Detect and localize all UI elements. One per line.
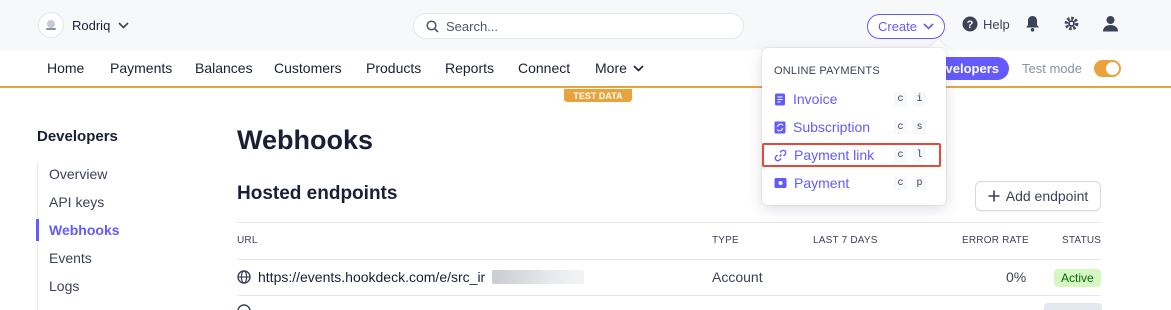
search-icon xyxy=(426,19,439,33)
section-title: Hosted endpoints xyxy=(237,183,398,204)
page-title: Webhooks xyxy=(237,125,374,155)
sidebar-item-webhooks[interactable]: Webhooks xyxy=(49,222,120,238)
chevron-down-icon xyxy=(633,64,644,72)
test-mode-label: Test mode xyxy=(1022,61,1082,76)
sidebar-title: Developers xyxy=(37,128,118,145)
nav-customers[interactable]: Customers xyxy=(274,60,342,76)
menu-item-invoice[interactable]: Invoice xyxy=(774,91,837,107)
menu-heading: ONLINE PAYMENTS xyxy=(774,65,880,77)
sidebar-item-api-keys[interactable]: API keys xyxy=(49,194,104,210)
search-input[interactable]: Search... xyxy=(413,13,744,39)
create-button[interactable]: Create xyxy=(867,14,945,39)
subscription-icon xyxy=(774,121,786,133)
account-logo-icon xyxy=(38,12,64,38)
add-endpoint-button[interactable]: Add endpoint xyxy=(975,181,1101,211)
globe-icon xyxy=(237,304,251,310)
account-switcher[interactable]: Rodriq xyxy=(38,12,129,38)
shortcut-key: c xyxy=(894,120,907,134)
menu-item-payment[interactable]: Payment xyxy=(774,175,849,191)
endpoint-type: Account xyxy=(712,269,763,285)
sidebar-item-logs[interactable]: Logs xyxy=(49,278,79,294)
nav-home[interactable]: Home xyxy=(47,60,84,76)
shortcut-key: c xyxy=(894,92,907,106)
help-button[interactable]: ? Help xyxy=(962,16,1010,32)
nav-more[interactable]: More xyxy=(595,60,644,76)
bell-icon[interactable] xyxy=(1025,15,1040,32)
add-endpoint-label: Add endpoint xyxy=(1005,188,1089,204)
help-icon: ? xyxy=(962,16,978,32)
user-icon[interactable] xyxy=(1102,15,1119,32)
menu-item-label: Payment xyxy=(794,175,850,191)
endpoint-error-rate: 0% xyxy=(1006,269,1027,285)
endpoint-url: https://events.hookdeck.com/e/src_ir xyxy=(258,269,486,285)
table-divider xyxy=(237,259,1101,260)
svg-text:?: ? xyxy=(967,19,974,31)
top-bar: Rodriq Search... Create ? Help xyxy=(0,0,1171,50)
menu-item-label: Invoice xyxy=(793,91,838,107)
sidebar-item-overview[interactable]: Overview xyxy=(49,166,107,182)
column-header-status: STATUS xyxy=(1062,235,1102,246)
search-placeholder: Search... xyxy=(446,18,499,34)
shortcut-key: p xyxy=(913,176,926,190)
plus-icon xyxy=(988,190,1000,202)
chevron-down-icon xyxy=(118,21,129,29)
create-label: Create xyxy=(877,19,918,34)
developers-label: velopers xyxy=(945,61,999,76)
nav-connect[interactable]: Connect xyxy=(518,60,570,76)
chevron-down-icon xyxy=(923,23,934,30)
payment-icon xyxy=(774,178,787,188)
test-mode-toggle[interactable] xyxy=(1094,60,1121,77)
shortcut-key: i xyxy=(913,92,926,106)
nav-reports[interactable]: Reports xyxy=(445,60,494,76)
nav-payments[interactable]: Payments xyxy=(110,60,172,76)
table-divider xyxy=(237,222,1101,223)
column-header-last-7-days: LAST 7 DAYS xyxy=(813,235,878,246)
main-nav: Home Payments Balances Customers Product… xyxy=(0,50,1171,88)
highlight-box xyxy=(762,143,941,167)
table-divider xyxy=(237,295,1101,296)
endpoint-url-cell: https://events.hookdeck.com/e/src_ir xyxy=(237,269,585,285)
menu-item-label: Subscription xyxy=(793,119,871,135)
column-header-error-rate: ERROR RATE xyxy=(962,235,1029,246)
shortcut-key: s xyxy=(913,120,926,134)
test-data-badge: TEST DATA xyxy=(564,89,632,102)
help-label: Help xyxy=(983,16,1010,32)
globe-icon xyxy=(237,270,251,284)
shortcut-key: c xyxy=(894,176,907,190)
menu-item-subscription[interactable]: Subscription xyxy=(774,119,870,135)
redacted-text xyxy=(492,270,585,284)
nav-more-label: More xyxy=(595,60,627,76)
sidebar-item-events[interactable]: Events xyxy=(49,250,92,266)
status-badge: Active xyxy=(1054,269,1101,287)
account-name: Rodriq xyxy=(72,17,111,33)
column-header-url: URL xyxy=(237,235,258,246)
invoice-icon xyxy=(775,93,785,105)
sidebar-active-indicator xyxy=(36,219,39,241)
nav-balances[interactable]: Balances xyxy=(195,60,253,76)
nav-products[interactable]: Products xyxy=(366,60,421,76)
status-badge xyxy=(1044,303,1102,310)
column-header-type: TYPE xyxy=(712,235,739,246)
gear-icon[interactable] xyxy=(1063,15,1080,32)
toggle-knob xyxy=(1106,62,1119,75)
